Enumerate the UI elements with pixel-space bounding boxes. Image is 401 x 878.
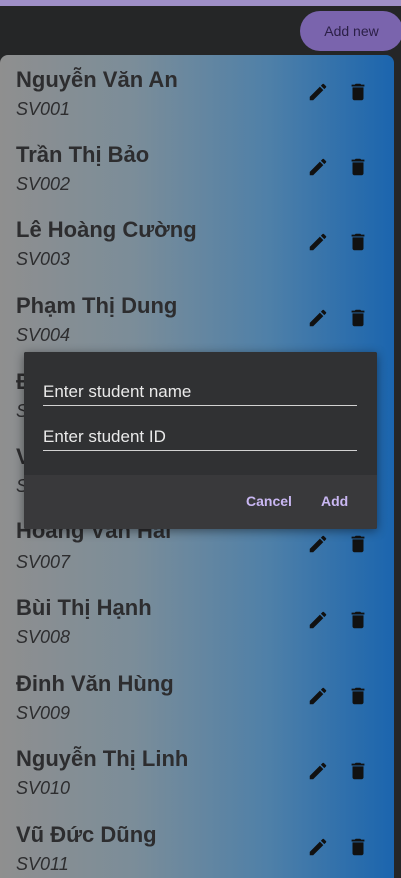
edit-button[interactable] xyxy=(303,756,333,786)
edit-button[interactable] xyxy=(303,681,333,711)
pencil-icon xyxy=(309,535,327,553)
edit-button[interactable] xyxy=(303,227,333,257)
pencil-icon xyxy=(309,611,327,629)
student-name: Phạm Thị Dung xyxy=(16,293,178,318)
cancel-button[interactable]: Cancel xyxy=(246,493,292,509)
student-name: Nguyễn Văn An xyxy=(16,67,178,92)
pencil-icon xyxy=(309,233,327,251)
edit-button[interactable] xyxy=(303,77,333,107)
student-row: Trần Thị Bảo SV002 xyxy=(0,130,394,205)
student-id: SV011 xyxy=(16,854,69,874)
trash-icon xyxy=(351,309,365,327)
student-name: Nguyễn Thị Linh xyxy=(16,746,189,771)
delete-button[interactable] xyxy=(343,681,373,711)
trash-icon xyxy=(351,535,365,553)
trash-icon xyxy=(351,838,365,856)
student-name-input[interactable] xyxy=(43,372,357,405)
pencil-icon xyxy=(309,158,327,176)
student-row: Bùi Thị Hạnh SV008 xyxy=(0,583,394,658)
student-id: SV004 xyxy=(16,325,71,345)
student-id: SV001 xyxy=(16,99,71,119)
add-student-dialog: Cancel Add xyxy=(24,352,377,529)
delete-button[interactable] xyxy=(343,77,373,107)
student-id-field xyxy=(43,417,357,451)
edit-button[interactable] xyxy=(303,605,333,635)
student-id: SV009 xyxy=(16,703,71,723)
pencil-icon xyxy=(309,687,327,705)
dialog-body xyxy=(24,352,377,475)
delete-button[interactable] xyxy=(343,227,373,257)
student-name: Vũ Đức Dũng xyxy=(16,822,157,847)
student-id: SV003 xyxy=(16,249,71,269)
student-id-input[interactable] xyxy=(43,417,357,450)
top-accent-bar xyxy=(0,0,401,6)
trash-icon xyxy=(351,158,365,176)
edit-button[interactable] xyxy=(303,152,333,182)
add-button[interactable]: Add xyxy=(321,493,348,509)
trash-icon xyxy=(351,233,365,251)
edit-button[interactable] xyxy=(303,303,333,333)
edit-button[interactable] xyxy=(303,832,333,862)
delete-button[interactable] xyxy=(343,832,373,862)
delete-button[interactable] xyxy=(343,605,373,635)
delete-button[interactable] xyxy=(343,529,373,559)
student-id: SV002 xyxy=(16,174,71,194)
student-row: Đinh Văn Hùng SV009 xyxy=(0,659,394,734)
student-row: Lê Hoàng Cường SV003 xyxy=(0,205,394,280)
pencil-icon xyxy=(309,83,327,101)
edit-button[interactable] xyxy=(303,529,333,559)
add-new-button[interactable]: Add new xyxy=(300,11,401,51)
delete-button[interactable] xyxy=(343,756,373,786)
pencil-icon xyxy=(309,838,327,856)
student-row: Nguyễn Văn An SV001 xyxy=(0,55,394,130)
trash-icon xyxy=(351,611,365,629)
trash-icon xyxy=(351,687,365,705)
student-name: Trần Thị Bảo xyxy=(16,142,150,167)
student-id: SV010 xyxy=(16,778,71,798)
student-row: Nguyễn Thị Linh SV010 xyxy=(0,734,394,809)
student-name-field xyxy=(43,372,357,406)
student-name: Bùi Thị Hạnh xyxy=(16,595,152,620)
student-id: SV007 xyxy=(16,552,71,572)
pencil-icon xyxy=(309,309,327,327)
trash-icon xyxy=(351,762,365,780)
pencil-icon xyxy=(309,762,327,780)
trash-icon xyxy=(351,83,365,101)
student-row: Phạm Thị Dung SV004 xyxy=(0,281,394,356)
student-row: Vũ Đức Dũng SV011 xyxy=(0,810,394,878)
delete-button[interactable] xyxy=(343,152,373,182)
student-name: Lê Hoàng Cường xyxy=(16,217,197,242)
student-name: Đinh Văn Hùng xyxy=(16,671,174,696)
student-id: SV008 xyxy=(16,627,71,647)
delete-button[interactable] xyxy=(343,303,373,333)
